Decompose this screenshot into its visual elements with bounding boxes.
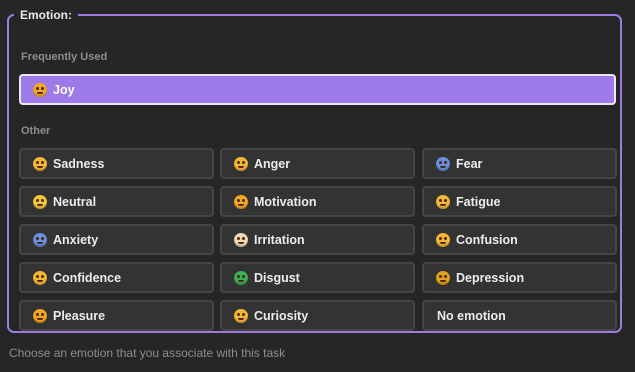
emotion-button-motivation[interactable]: Motivation (220, 186, 415, 217)
emotion-button-label: Depression (456, 270, 525, 285)
emotion-button-no-emotion[interactable]: No emotion (422, 300, 617, 331)
emotion-button-confusion[interactable]: Confusion (422, 224, 617, 255)
emotion-picker: Emotion: Frequently Used Joy Other Sadne… (0, 0, 635, 372)
emotion-button-label: No emotion (437, 308, 506, 323)
emotion-button-label: Anxiety (53, 232, 99, 247)
emotion-button-anger[interactable]: Anger (220, 148, 415, 179)
anger-emoji-icon (234, 156, 248, 171)
emotion-button-label: Sadness (53, 156, 105, 171)
emotion-button-sadness[interactable]: Sadness (19, 148, 214, 179)
emotion-button-label: Neutral (53, 194, 97, 209)
confidence-emoji-icon (33, 270, 47, 285)
emotion-button-label: Confusion (456, 232, 518, 247)
emotion-button-label: Curiosity (254, 308, 309, 323)
curiosity-emoji-icon (234, 308, 248, 323)
emotion-button-neutral[interactable]: Neutral (19, 186, 214, 217)
depression-emoji-icon (436, 270, 450, 285)
emotion-button-anxiety[interactable]: Anxiety (19, 224, 214, 255)
emotion-button-label: Anger (254, 156, 291, 171)
emotion-button-irritation[interactable]: Irritation (220, 224, 415, 255)
sadness-emoji-icon (33, 156, 47, 171)
emotion-button-pleasure[interactable]: Pleasure (19, 300, 214, 331)
emotion-button-fear[interactable]: Fear (422, 148, 617, 179)
emotion-button-depression[interactable]: Depression (422, 262, 617, 293)
neutral-emoji-icon (33, 194, 47, 209)
helper-text: Choose an emotion that you associate wit… (9, 346, 286, 360)
emotion-button-curiosity[interactable]: Curiosity (220, 300, 415, 331)
emotion-fieldset: Emotion: Frequently Used Joy Other Sadne… (7, 8, 622, 333)
emotion-legend: Emotion: (20, 8, 72, 22)
flexed-biceps-icon (234, 194, 248, 209)
confusion-emoji-icon (436, 232, 450, 247)
pleasure-emoji-icon (33, 308, 47, 323)
emotion-button-label: Fatigue (456, 194, 501, 209)
irritation-emoji-icon (234, 232, 248, 247)
emotion-button-disgust[interactable]: Disgust (220, 262, 415, 293)
fatigue-emoji-icon (436, 194, 450, 209)
emotion-button-label: Irritation (254, 232, 305, 247)
frequently-used-label: Frequently Used (21, 51, 108, 63)
emotion-button-label: Fear (456, 156, 483, 171)
emotion-button-label: Confidence (53, 270, 122, 285)
emotion-button-label: Disgust (254, 270, 300, 285)
emotion-button-joy[interactable]: Joy (19, 74, 616, 105)
disgust-emoji-icon (234, 270, 248, 285)
emotion-button-label: Motivation (254, 194, 317, 209)
fear-emoji-icon (436, 156, 450, 171)
joy-emoji-icon (33, 82, 47, 97)
other-label: Other (21, 125, 51, 137)
emotion-button-fatigue[interactable]: Fatigue (422, 186, 617, 217)
emotion-button-confidence[interactable]: Confidence (19, 262, 214, 293)
emotion-button-label: Pleasure (53, 308, 106, 323)
emotion-button-label: Joy (53, 82, 75, 97)
anxiety-emoji-icon (33, 232, 47, 247)
